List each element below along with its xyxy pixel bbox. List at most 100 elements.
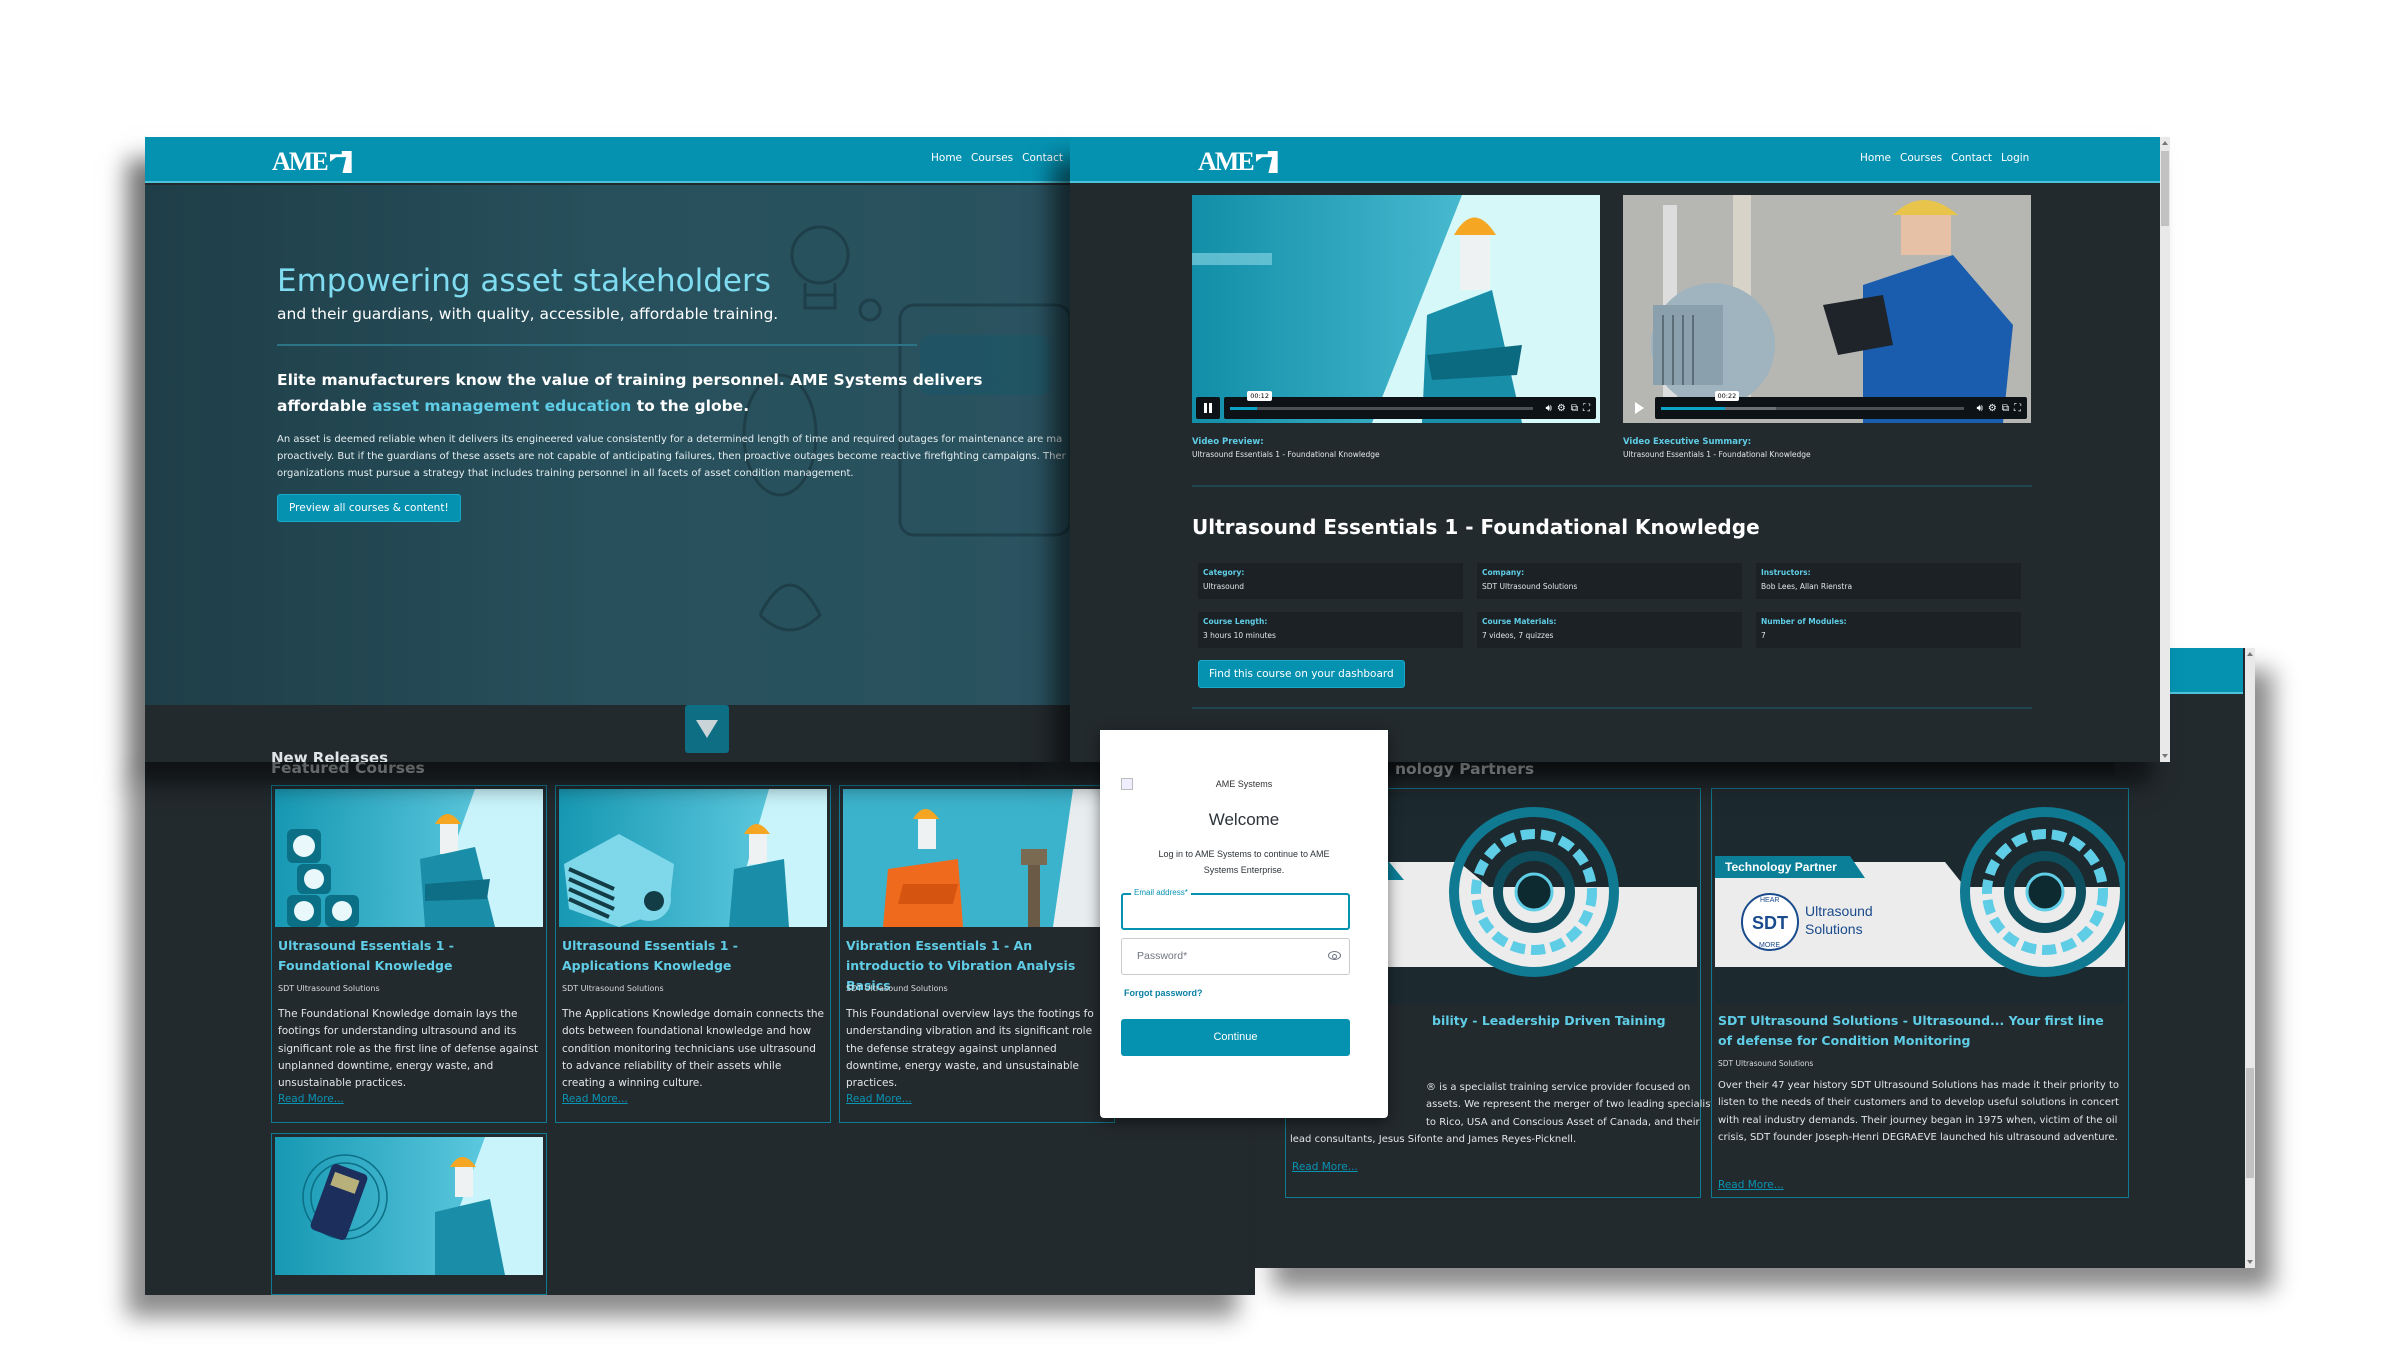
ame-logo[interactable]: AME [272, 147, 352, 177]
svg-text:Ultrasound: Ultrasound [1805, 903, 1873, 919]
nav-login[interactable]: Login [2001, 152, 2029, 164]
scrollbar-thumb[interactable] [2246, 1068, 2254, 1178]
partner-company: SDT Ultrasound Solutions [1718, 1059, 1814, 1068]
read-more-link[interactable]: Read More... [1718, 1179, 1784, 1191]
video-time-tooltip: 00:22 [1714, 390, 1740, 401]
partner-card[interactable]: Technology Partner SDT HEAR MORE Ultraso… [1711, 788, 2129, 1198]
course-title[interactable]: Ultrasound Essentials 1 - Applications K… [562, 936, 820, 976]
course-company: SDT Ultrasound Solutions [278, 984, 380, 993]
fullscreen-icon[interactable]: ⛶ [1583, 403, 1590, 414]
course-title: Ultrasound Essentials 1 - Foundational K… [1192, 515, 1760, 539]
hero-section: Empowering asset stakeholders and their … [145, 185, 1070, 705]
video-label: Video Preview: [1192, 437, 1264, 447]
info-number-of-modules: Number of Modules: 7 [1756, 612, 2021, 648]
navbar: AME Home Courses Contact Login [1070, 137, 2170, 183]
video-time-tooltip: 00:12 [1247, 390, 1272, 401]
fullscreen-icon[interactable]: ⛶ [2014, 403, 2021, 414]
read-more-link[interactable]: Read More... [846, 1093, 912, 1105]
nav-courses[interactable]: Courses [1900, 152, 1942, 164]
info-instructors: Instructors: Bob Lees, Allan Rienstra [1756, 563, 2021, 599]
info-course-length: Course Length: 3 hours 10 minutes [1198, 612, 1463, 648]
scroll-down-icon[interactable] [2247, 1260, 2253, 1264]
scrollbar[interactable] [2245, 648, 2255, 1268]
course-description: The Foundational Knowledge domain lays t… [278, 1008, 539, 1090]
video-player-executive-summary[interactable]: 00:22 🔊︎ ⚙ ⧉ ⛶ [1623, 195, 2031, 423]
partner-title[interactable]: SDT Ultrasound Solutions - Ultrasound...… [1718, 1011, 2118, 1051]
course-company: SDT Ultrasound Solutions [846, 984, 948, 993]
ame-logo[interactable]: AME [1198, 147, 1278, 177]
triangle-down-icon [696, 720, 718, 738]
login-description: Log in to AME Systems to continue to AME… [1158, 849, 1330, 875]
course-card[interactable]: Vibration Essentials 1 - An introductio … [839, 785, 1115, 1123]
pause-button[interactable] [1196, 397, 1220, 419]
course-card[interactable]: Ultrasound Essentials 1 - Foundational K… [271, 785, 547, 1123]
course-thumbnail [559, 789, 827, 927]
settings-gear-icon[interactable]: ⚙ [1557, 403, 1566, 414]
info-company: Company: SDT Ultrasound Solutions [1477, 563, 1742, 599]
volume-icon[interactable]: 🔊︎ [1977, 403, 1983, 414]
login-dialog: AME Systems Welcome Log in to AME System… [1100, 730, 1388, 1118]
video-subtitle: Ultrasound Essentials 1 - Foundational K… [1192, 450, 1380, 459]
svg-text:MORE: MORE [1759, 942, 1780, 949]
section-divider [1192, 707, 2032, 709]
video-track: 00:12 🔊︎ ⚙ ⧉ ⛶ [1224, 390, 1596, 419]
logo-mark-icon [1255, 151, 1278, 173]
nav-home[interactable]: Home [1860, 152, 1891, 164]
svg-text:Solutions: Solutions [1805, 921, 1863, 937]
preview-courses-button[interactable]: Preview all courses & content! [277, 494, 461, 522]
course-card[interactable] [271, 1133, 547, 1295]
asset-management-highlight: asset management education [372, 397, 632, 415]
svg-text:HEAR: HEAR [1760, 897, 1779, 904]
partner-banner-image: Technology Partner SDT HEAR MORE Ultraso… [1715, 792, 2125, 1004]
scroll-down-icon[interactable] [2162, 754, 2168, 758]
video-track: 00:22 🔊︎ ⚙ ⧉ ⛶ [1655, 390, 2027, 419]
nav-courses[interactable]: Courses [971, 152, 1013, 164]
volume-icon[interactable]: 🔊︎ [1546, 403, 1552, 414]
find-on-dashboard-button[interactable]: Find this course on your dashboard [1198, 660, 1405, 688]
continue-button[interactable]: Continue [1121, 1019, 1350, 1056]
scrollbar-thumb[interactable] [2161, 151, 2169, 226]
video-progress-bar[interactable]: 00:22 [1661, 390, 1964, 410]
nav-contact[interactable]: Contact [1022, 152, 1063, 164]
new-releases-heading: New Releases [271, 749, 388, 762]
video-subtitle: Ultrasound Essentials 1 - Foundational K… [1623, 450, 1811, 459]
course-company: SDT Ultrasound Solutions [562, 984, 664, 993]
video-frame [1192, 195, 1600, 423]
scrollbar[interactable] [2160, 137, 2170, 762]
video-label: Video Executive Summary: [1623, 437, 1752, 447]
logo-mark-icon [329, 151, 352, 173]
partner-description: Over their 47 year history SDT Ultrasoun… [1718, 1080, 2119, 1143]
settings-gear-icon[interactable]: ⚙ [1988, 403, 1997, 414]
read-more-link[interactable]: Read More... [278, 1093, 344, 1105]
email-field[interactable]: Email address* [1121, 888, 1350, 930]
partner-description: ® is a specialist training service provi… [1290, 1082, 1715, 1145]
password-placeholder: Password* [1137, 950, 1188, 962]
video-controls: 00:12 🔊︎ ⚙ ⧉ ⛶ [1196, 390, 1596, 419]
hero-title: Empowering asset stakeholders [277, 263, 771, 299]
picture-in-picture-icon[interactable]: ⧉ [1571, 403, 1578, 414]
read-more-link[interactable]: Read More... [1292, 1161, 1358, 1173]
play-button[interactable] [1627, 397, 1651, 419]
picture-in-picture-icon[interactable]: ⧉ [2002, 403, 2009, 414]
scroll-up-icon[interactable] [2247, 652, 2253, 656]
hero-lead: Elite manufacturers know the value of tr… [277, 371, 983, 415]
scroll-down-button[interactable] [685, 705, 729, 753]
home-window: AME Home Courses Contact Empowering asse… [145, 137, 1070, 762]
video-progress-bar[interactable]: 00:12 [1230, 390, 1533, 410]
section-divider [1192, 485, 2032, 487]
password-field[interactable]: Password* [1121, 938, 1350, 975]
read-more-link[interactable]: Read More... [562, 1093, 628, 1105]
nav-links: Home Courses Contact Login [1860, 152, 2029, 164]
hero-body: An asset is deemed reliable when it deli… [277, 434, 1066, 479]
login-welcome: Welcome [1208, 810, 1280, 829]
info-category: Category: Ultrasound [1198, 563, 1463, 599]
forgot-password-link[interactable]: Forgot password? [1124, 988, 1203, 998]
video-frame [1623, 195, 2031, 423]
scroll-up-icon[interactable] [2162, 141, 2168, 145]
nav-home[interactable]: Home [931, 152, 962, 164]
nav-contact[interactable]: Contact [1951, 152, 1992, 164]
course-card[interactable]: Ultrasound Essentials 1 - Applications K… [555, 785, 831, 1123]
course-title[interactable]: Ultrasound Essentials 1 - Foundational K… [278, 936, 536, 976]
video-player-preview[interactable]: 00:12 🔊︎ ⚙ ⧉ ⛶ [1192, 195, 1600, 423]
show-password-eye-icon[interactable] [1328, 951, 1341, 960]
